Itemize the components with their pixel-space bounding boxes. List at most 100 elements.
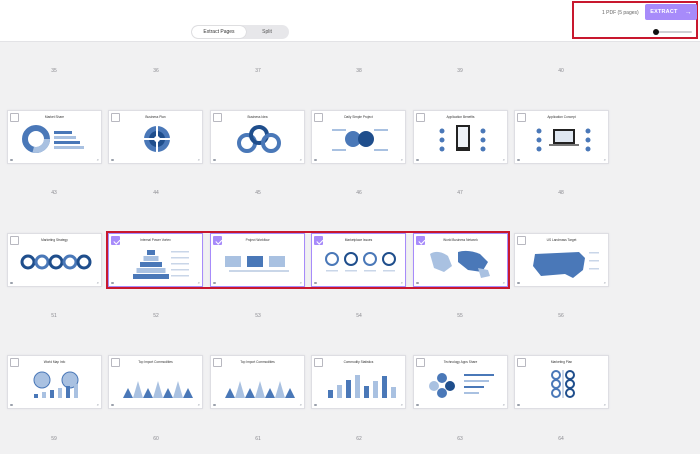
tab-extract-pages[interactable]: Extract Pages: [192, 26, 246, 38]
magnifier-icon[interactable]: ⌕: [401, 402, 403, 407]
page-number-label: 62: [356, 436, 362, 442]
magnifier-icon[interactable]: ⌕: [503, 157, 505, 162]
extract-button-label: EXTRACT: [650, 9, 678, 15]
slide-title: Commodity Statistics: [343, 360, 374, 364]
page-thumbnail[interactable]: World Map Info ⌕: [7, 355, 102, 409]
page-thumbnail[interactable]: Daily Simple Project ⌕: [311, 110, 406, 164]
page-number-label: 61: [255, 436, 261, 442]
magnifier-icon[interactable]: ⌕: [401, 157, 403, 162]
zoom-slider[interactable]: [653, 29, 692, 35]
magnifier-icon[interactable]: ⌕: [300, 402, 302, 407]
slide-graphic: [318, 366, 401, 404]
slide-title: World Map Info: [43, 360, 66, 364]
page-thumbnail[interactable]: Business Idea ⌕: [210, 110, 305, 164]
slide-footer-dot-icon: [416, 158, 419, 161]
slide-footer-dot-icon: [314, 158, 317, 161]
page-number-label: 51: [51, 313, 57, 319]
page-number-label: 44: [153, 190, 159, 196]
slide-footer-dot-icon: [213, 403, 216, 406]
slide-graphic: [217, 366, 300, 404]
page-thumbnail[interactable]: Marketing Strategy ⌕: [7, 233, 102, 287]
slide-graphic: [14, 121, 97, 159]
slide-graphic: [420, 366, 503, 404]
page-number-label: 45: [255, 190, 261, 196]
slide-footer-dot-icon: [314, 403, 317, 406]
slide-graphic: [14, 366, 97, 404]
selected-pages-highlight-box: [106, 231, 510, 289]
page-number-label: 64: [558, 436, 564, 442]
slide-graphic: [217, 121, 300, 159]
page-thumbnail[interactable]: Market Share ⌕: [7, 110, 102, 164]
page-thumbnail[interactable]: Business Plan ⌕: [108, 110, 203, 164]
magnifier-icon[interactable]: ⌕: [97, 402, 99, 407]
zoom-slider-handle[interactable]: [653, 29, 659, 35]
slide-footer-dot-icon: [10, 281, 13, 284]
page-number-label: 56: [558, 313, 564, 319]
magnifier-icon[interactable]: ⌕: [604, 157, 606, 162]
slide-title: Daily Simple Project: [344, 115, 373, 119]
page-number-label: 40: [558, 68, 564, 74]
arrow-right-icon: →: [684, 8, 692, 16]
slide-footer-dot-icon: [111, 403, 114, 406]
magnifier-icon[interactable]: ⌕: [97, 280, 99, 285]
page-number-label: 46: [356, 190, 362, 196]
page-thumbnail[interactable]: Application Benefits ⌕: [413, 110, 508, 164]
slide-title: Application Benefits: [446, 115, 475, 119]
page-thumbnail[interactable]: Commodity Statistics ⌕: [311, 355, 406, 409]
slide-title: Top Import Commodities: [138, 360, 173, 364]
page-number-label: 52: [153, 313, 159, 319]
slide-footer-dot-icon: [213, 158, 216, 161]
page-thumbnail[interactable]: Technology Apps Share ⌕: [413, 355, 508, 409]
slide-footer-dot-icon: [517, 403, 520, 406]
page-number-label: 35: [51, 68, 57, 74]
slide-graphic: [115, 366, 198, 404]
magnifier-icon[interactable]: ⌕: [604, 280, 606, 285]
extract-button[interactable]: EXTRACT →: [645, 4, 697, 20]
slide-graphic: [521, 121, 604, 159]
magnifier-icon[interactable]: ⌕: [97, 157, 99, 162]
slide-title: US Landmass Target: [546, 238, 577, 242]
slide-title: Technology Apps Share: [443, 360, 478, 364]
page-number-label: 37: [255, 68, 261, 74]
slide-graphic: [318, 121, 401, 159]
page-number-label: 47: [457, 190, 463, 196]
page-number-label: 54: [356, 313, 362, 319]
slide-title: Business Idea: [247, 115, 268, 119]
slide-footer-dot-icon: [10, 403, 13, 406]
slide-footer-dot-icon: [111, 158, 114, 161]
extract-highlight-box: 1 PDF (5 pages) EXTRACT →: [572, 1, 698, 39]
magnifier-icon[interactable]: ⌕: [300, 157, 302, 162]
slide-title: Application Concept: [547, 115, 576, 119]
page-thumbnail[interactable]: Top Import Commodities ⌕: [210, 355, 305, 409]
pdf-count-label: 1 PDF (5 pages): [602, 10, 639, 16]
slide-graphic: [420, 121, 503, 159]
page-number-label: 60: [153, 436, 159, 442]
page-number-label: 55: [457, 313, 463, 319]
magnifier-icon[interactable]: ⌕: [198, 157, 200, 162]
slide-title: Market Share: [44, 115, 65, 119]
slide-graphic: [115, 121, 198, 159]
page-number-label: 43: [51, 190, 57, 196]
page-number-label: 48: [558, 190, 564, 196]
slide-graphic: [521, 244, 604, 282]
magnifier-icon[interactable]: ⌕: [503, 402, 505, 407]
tab-split[interactable]: Split: [246, 26, 288, 38]
page-number-label: 38: [356, 68, 362, 74]
magnifier-icon[interactable]: ⌕: [198, 402, 200, 407]
slide-footer-dot-icon: [10, 158, 13, 161]
page-number-label: 53: [255, 313, 261, 319]
page-thumbnail[interactable]: Application Concept ⌕: [514, 110, 609, 164]
page-thumbnail[interactable]: Top Import Commodities ⌕: [108, 355, 203, 409]
page-thumbnail[interactable]: US Landmass Target ⌕: [514, 233, 609, 287]
slide-footer-dot-icon: [517, 281, 520, 284]
slide-footer-dot-icon: [517, 158, 520, 161]
slide-graphic: [521, 366, 604, 404]
slide-title: Business Plan: [145, 115, 166, 119]
page-number-label: 63: [457, 436, 463, 442]
page-thumbnail[interactable]: Marketing Plan ⌕: [514, 355, 609, 409]
page-number-label: 59: [51, 436, 57, 442]
mode-toggle: Extract Pages Split: [191, 25, 289, 39]
page-extract-app: Extract Pages Split 1 PDF (5 pages) EXTR…: [0, 0, 700, 454]
magnifier-icon[interactable]: ⌕: [604, 402, 606, 407]
page-number-label: 36: [153, 68, 159, 74]
